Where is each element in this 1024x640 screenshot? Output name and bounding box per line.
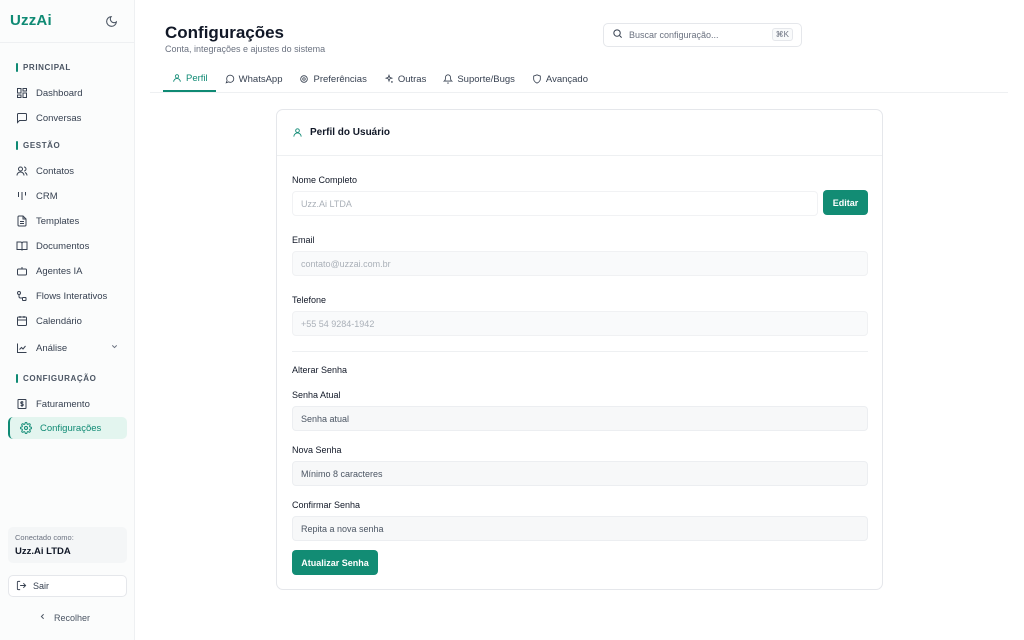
sparkles-icon: [384, 74, 394, 83]
tab-outras[interactable]: Outras: [375, 66, 435, 92]
connected-as-box: Conectado como: Uzz.Ai LTDA: [8, 527, 127, 563]
card-header: Perfil do Usuário: [277, 110, 882, 156]
sidebar-item-label: Análise: [36, 342, 68, 354]
logout-label: Sair: [33, 581, 50, 591]
sidebar-item-label: Contatos: [36, 165, 75, 177]
email-label: Email: [292, 235, 315, 245]
new-password-label: Nova Senha: [292, 445, 342, 455]
shield-icon: [533, 74, 541, 84]
sidebar-item-label: Dashboard: [36, 87, 83, 99]
workflow-icon: [16, 290, 28, 302]
tab-label: Perfil: [186, 72, 208, 84]
chart-line-icon: [16, 342, 28, 354]
divider: [0, 42, 135, 43]
bot-icon: [16, 265, 28, 277]
chat-icon: [16, 112, 28, 124]
sidebar-item-contatos[interactable]: Contatos: [8, 160, 127, 182]
settings-tabs: Perfil WhatsApp Preferências Outras Supo…: [163, 66, 596, 93]
tab-avancado[interactable]: Avançado: [523, 66, 596, 92]
sidebar-item-label: CRM: [36, 190, 58, 202]
confirm-password-field[interactable]: [292, 516, 868, 541]
sidebar-item-label: Agentes IA: [36, 265, 83, 277]
current-password-field[interactable]: [292, 406, 868, 431]
search-box: ⌘K: [603, 23, 802, 47]
connected-account: Uzz.Ai LTDA: [15, 546, 71, 557]
chevron-left-icon: [38, 612, 47, 623]
collapse-sidebar-button[interactable]: Recolher: [38, 612, 90, 623]
collapse-label: Recolher: [54, 612, 91, 623]
sidebar-item-label: Conversas: [36, 112, 82, 124]
brand-logo: UzzAi: [10, 12, 52, 29]
change-password-heading: Alterar Senha: [292, 365, 348, 375]
search-shortcut: ⌘K: [771, 28, 793, 41]
phone-label: Telefone: [292, 295, 327, 305]
profile-card: Perfil do Usuário Nome Completo Editar E…: [276, 109, 883, 590]
confirm-password-label: Confirmar Senha: [292, 500, 361, 510]
name-field[interactable]: [292, 191, 818, 216]
tab-label: Suporte/Bugs: [457, 73, 515, 85]
users-icon: [16, 165, 28, 177]
sidebar-item-flows[interactable]: Flows Interativos: [8, 285, 127, 307]
edit-button[interactable]: Editar: [823, 190, 868, 215]
tab-preferencias[interactable]: Preferências: [290, 66, 374, 92]
sidebar-item-templates[interactable]: Templates: [8, 210, 127, 232]
update-password-button[interactable]: Atualizar Senha: [292, 550, 378, 575]
sidebar-item-label: Calendário: [36, 315, 82, 327]
chevron-down-icon[interactable]: [110, 342, 119, 354]
dashboard-icon: [16, 87, 28, 99]
sidebar-item-label: Templates: [36, 215, 80, 227]
tab-label: WhatsApp: [238, 73, 283, 85]
email-field[interactable]: [292, 251, 868, 276]
tab-label: Outras: [397, 73, 427, 85]
sidebar-item-documentos[interactable]: Documentos: [8, 235, 127, 257]
tab-suporte-bugs[interactable]: Suporte/Bugs: [434, 66, 523, 92]
search-icon: [612, 26, 623, 44]
sidebar-item-analise[interactable]: Análise: [8, 337, 127, 359]
sidebar-item-label: Faturamento: [36, 398, 90, 410]
page-title: Configurações: [165, 23, 285, 42]
page-subtitle: Conta, integrações e ajustes do sistema: [165, 44, 326, 54]
file-text-icon: [16, 215, 28, 227]
sidebar-item-crm[interactable]: CRM: [8, 185, 127, 207]
tab-perfil[interactable]: Perfil: [163, 66, 216, 92]
new-password-field[interactable]: [292, 461, 868, 486]
search-input[interactable]: [629, 30, 769, 40]
sidebar-item-conversas[interactable]: Conversas: [8, 107, 127, 129]
section-configuracao: CONFIGURAÇÃO: [16, 374, 96, 383]
calendar-icon: [16, 315, 28, 327]
dollar-icon: [16, 398, 28, 410]
sidebar-item-faturamento[interactable]: Faturamento: [8, 393, 127, 415]
logout-button[interactable]: Sair: [8, 575, 127, 597]
sidebar-item-label: Documentos: [36, 240, 90, 252]
gear-icon: [300, 75, 309, 83]
sidebar-item-label: Configurações: [40, 422, 102, 434]
tab-label: Avançado: [545, 73, 589, 85]
current-password-label: Senha Atual: [292, 390, 341, 400]
name-label: Nome Completo: [292, 175, 358, 185]
sidebar-item-label: Flows Interativos: [36, 290, 108, 302]
bell-icon: [443, 74, 454, 84]
logout-icon: [16, 580, 27, 593]
sidebar-item-dashboard[interactable]: Dashboard: [8, 82, 127, 104]
phone-field[interactable]: [292, 311, 868, 336]
book-icon: [16, 240, 28, 252]
theme-toggle-button[interactable]: [103, 13, 119, 29]
section-divider: [292, 351, 868, 352]
section-gestao: GESTÃO: [16, 141, 60, 150]
message-circle-icon: [225, 74, 234, 84]
kanban-icon: [16, 190, 28, 202]
user-icon: [173, 74, 181, 82]
sidebar-item-calendario[interactable]: Calendário: [8, 310, 127, 332]
sidebar: UzzAi PRINCIPAL Dashboard Conversas GEST…: [0, 0, 135, 640]
sidebar-item-configuracoes[interactable]: Configurações: [8, 417, 127, 439]
tab-whatsapp[interactable]: WhatsApp: [216, 66, 291, 92]
moon-icon: [105, 15, 117, 27]
gear-icon: [20, 422, 32, 434]
card-title: Perfil do Usuário: [310, 127, 391, 138]
connected-label: Conectado como:: [15, 533, 74, 542]
section-principal: PRINCIPAL: [16, 63, 71, 72]
tab-label: Preferências: [313, 73, 367, 85]
sidebar-item-agentes-ia[interactable]: Agentes IA: [8, 260, 127, 282]
user-icon: [293, 128, 302, 137]
